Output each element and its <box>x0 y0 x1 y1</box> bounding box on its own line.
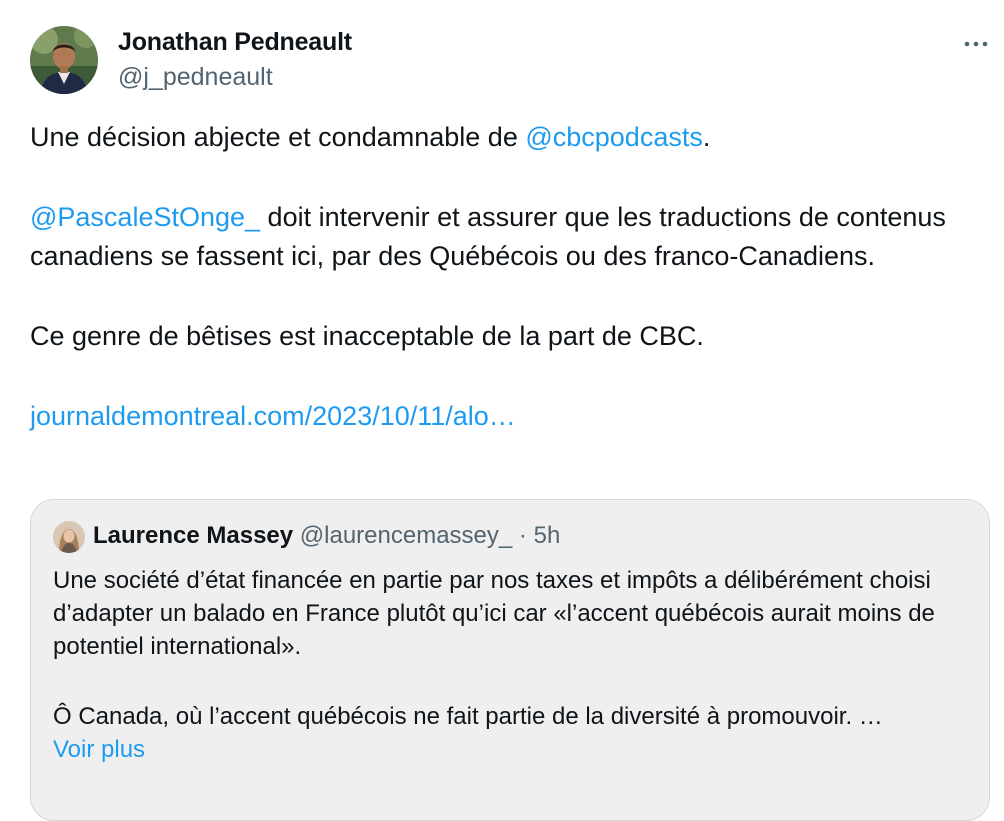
quoted-author-avatar[interactable] <box>53 521 85 553</box>
tweet-paragraph-1: Une décision abjecte et condamnable de @… <box>30 118 980 157</box>
quoted-tweet[interactable]: Laurence Massey @laurencemassey_ · 5h Un… <box>30 499 990 821</box>
author-name[interactable]: Jonathan Pedneault <box>118 28 352 57</box>
quoted-tweet-text: Une société d’état financée en partie pa… <box>53 564 978 766</box>
quoted-tweet-header: Laurence Massey @laurencemassey_ · 5h <box>93 522 560 550</box>
tweet-text: Une décision abjecte et condamnable de @… <box>30 118 980 436</box>
tweet-text-segment: Une décision abjecte et condamnable de <box>30 122 526 152</box>
tweet-paragraph-2: @PascaleStOnge_ doit intervenir et assur… <box>30 198 980 276</box>
tweet-text-segment: . <box>702 122 711 152</box>
article-link[interactable]: journaldemontreal.com/2023/10/11/alo… <box>30 401 516 431</box>
tweet-card: Jonathan Pedneault @j_pedneault Une déci… <box>0 0 1004 821</box>
show-more-link[interactable]: Voir plus <box>53 733 978 766</box>
separator-dot: · <box>518 522 527 549</box>
mention-link-cbcpodcasts[interactable]: @cbcpodcasts <box>525 122 703 152</box>
author-handle[interactable]: @j_pedneault <box>118 63 273 92</box>
quoted-paragraph-1: Une société d’état financée en partie pa… <box>53 567 935 660</box>
more-options-button[interactable] <box>958 30 994 58</box>
ellipsis-horizontal-icon <box>964 41 988 47</box>
quoted-author-handle[interactable]: @laurencemassey_ <box>300 522 512 549</box>
profile-photo-icon <box>53 521 85 553</box>
quoted-author-name[interactable]: Laurence Massey <box>93 522 293 549</box>
quoted-tweet-time[interactable]: 5h <box>534 522 561 549</box>
tweet-paragraph-3: Ce genre de bêtises est inacceptable de … <box>30 321 704 351</box>
mention-link-pascalestonge[interactable]: @PascaleStOnge_ <box>30 202 260 232</box>
profile-photo-icon <box>30 26 98 94</box>
author-avatar[interactable] <box>30 26 98 94</box>
quoted-paragraph-2: Ô Canada, où l’accent québécois ne fait … <box>53 703 883 730</box>
